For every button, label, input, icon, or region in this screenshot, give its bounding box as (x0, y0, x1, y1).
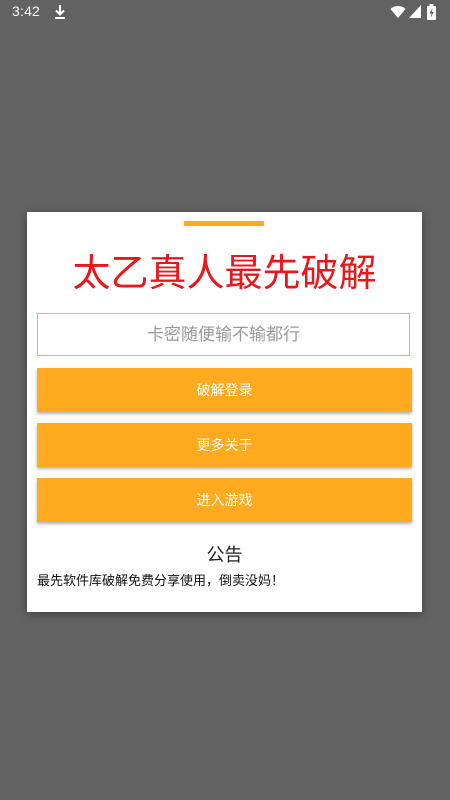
crack-login-dialog: 太乙真人最先破解 破解登录 更多关于 进入游戏 公告 最先软件库破解免费分享使用… (27, 212, 422, 612)
screen: 3:42 太乙真人最先破解 破解登录 更多关于 进入游戏 公告 最先软件库破解免… (0, 0, 450, 800)
battery-icon (427, 4, 436, 20)
card-key-input[interactable] (37, 313, 410, 356)
dialog-title: 太乙真人最先破解 (72, 251, 377, 295)
signal-icon (409, 5, 421, 18)
status-bar: 3:42 (0, 0, 450, 24)
enter-game-button[interactable]: 进入游戏 (37, 478, 412, 522)
download-icon (55, 5, 65, 19)
status-time: 3:42 (12, 3, 41, 19)
wifi-icon (390, 6, 406, 19)
notice-title: 公告 (206, 545, 243, 566)
dialog-accent-bar (184, 221, 264, 226)
notice-text: 最先软件库破解免费分享使用，倒卖没妈！ (37, 574, 285, 589)
crack-login-button[interactable]: 破解登录 (37, 368, 412, 412)
more-about-button[interactable]: 更多关于 (37, 423, 412, 467)
